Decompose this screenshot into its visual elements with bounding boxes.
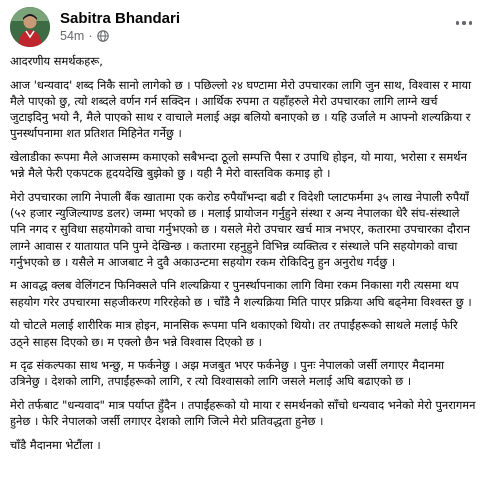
meta-separator: ·: [88, 29, 93, 43]
post-meta: 54m ·: [60, 29, 109, 43]
post-timestamp[interactable]: 54m: [60, 29, 84, 43]
globe-icon: [96, 30, 109, 42]
post-paragraph: मेरो उपचारका लागि नेपाली बैंक खातामा एक …: [10, 189, 470, 269]
more-options-icon[interactable]: [452, 13, 476, 33]
avatar[interactable]: [10, 7, 50, 47]
post-paragraph: आज 'धन्यवाद' शब्द निकै सानो लागेको छ । प…: [10, 77, 472, 141]
post-paragraph: खेलाडीका रूपमा मैले आजसम्म कमाएको सबैभन्…: [10, 150, 467, 181]
post-paragraph: म दृढ संकल्पका साथ भन्छु, म फर्कनेछु । अ…: [10, 358, 445, 389]
post-paragraph: यो चोटले मलाई शारीरिक मात्र होइन, मानसिक…: [10, 318, 458, 349]
post-paragraph: चाँडै मैदानमा भेटौंला ।: [10, 438, 101, 453]
post-paragraph: मेरो तर्फबाट "धन्यवाद" मात्र पर्याप्त हु…: [10, 398, 476, 429]
author-name[interactable]: Sabitra Bhandari: [60, 10, 180, 27]
post-body: आदरणीय समर्थकहरू, आज 'धन्यवाद' शब्द निकै…: [10, 53, 476, 461]
post-header: Sabitra Bhandari 54m ·: [10, 7, 480, 47]
facebook-post: Sabitra Bhandari 54m · आदरणीय समर्थकहरू,…: [0, 0, 488, 492]
post-paragraph: आदरणीय समर्थकहरू,: [10, 54, 103, 68]
post-paragraph: म आवद्ध क्लब वेलिंगटन फिनिक्सले पनि शल्य…: [10, 278, 472, 309]
